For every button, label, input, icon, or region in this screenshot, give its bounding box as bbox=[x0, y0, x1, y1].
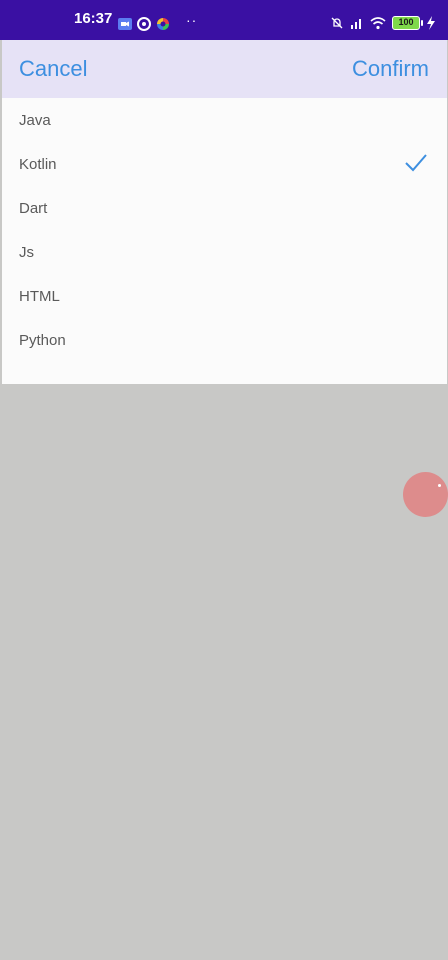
list-item-label: HTML bbox=[19, 287, 60, 305]
battery-icon: 100 bbox=[392, 16, 423, 30]
mute-bell-icon bbox=[331, 17, 343, 29]
list-item-java[interactable]: Java bbox=[2, 98, 447, 142]
wifi-icon bbox=[370, 17, 386, 30]
status-time: 16:37 bbox=[74, 10, 113, 27]
picker-list: Java Kotlin Dart Js HTML Python bbox=[2, 98, 447, 384]
touch-indicator bbox=[403, 472, 448, 517]
list-item-python[interactable]: Python bbox=[2, 318, 447, 362]
charging-icon bbox=[427, 16, 435, 30]
check-icon bbox=[405, 154, 427, 172]
picker-header: Cancel Confirm bbox=[2, 40, 447, 98]
aperture-icon bbox=[137, 17, 151, 31]
list-item-label: Kotlin bbox=[19, 155, 57, 173]
list-item-label: Python bbox=[19, 331, 66, 349]
status-right-icons: 100 bbox=[330, 16, 436, 30]
color-wheel-icon bbox=[157, 18, 169, 30]
cancel-button[interactable]: Cancel bbox=[19, 56, 87, 82]
status-bar: 16:37 ·· 100 bbox=[0, 0, 448, 40]
list-item-dart[interactable]: Dart bbox=[2, 186, 447, 230]
list-item-kotlin[interactable]: Kotlin bbox=[2, 142, 447, 186]
confirm-button[interactable]: Confirm bbox=[352, 56, 429, 82]
dim-overlay[interactable] bbox=[0, 384, 448, 960]
video-camera-icon bbox=[118, 18, 132, 30]
list-item-label: Dart bbox=[19, 199, 48, 217]
list-item-html[interactable]: HTML bbox=[2, 274, 447, 318]
signal-icon bbox=[351, 19, 361, 29]
status-app-icons bbox=[118, 17, 170, 31]
list-item-label: Js bbox=[19, 243, 34, 261]
list-item-js[interactable]: Js bbox=[2, 230, 447, 274]
more-notifications-dots: ·· bbox=[186, 12, 198, 28]
list-item-label: Java bbox=[19, 111, 51, 129]
